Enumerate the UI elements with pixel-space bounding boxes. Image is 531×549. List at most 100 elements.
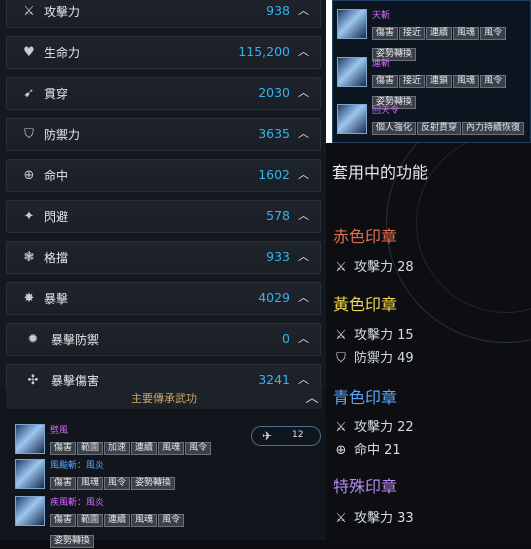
stat-row[interactable]: ⊕ 命中 1602 ︿	[6, 159, 321, 192]
chevron-up-icon[interactable]: ︿	[298, 289, 310, 304]
stat-value: 115,200	[238, 44, 290, 59]
seal-heading: 赤色印章	[333, 227, 398, 246]
skill-icon[interactable]	[337, 104, 367, 134]
shield-icon: ⛉	[336, 351, 346, 366]
stat-label: 生命力	[44, 46, 81, 60]
stat-label: 閃避	[44, 210, 69, 224]
skill-tag: 接近	[399, 75, 426, 88]
chevron-up-icon[interactable]: ︿	[298, 248, 310, 263]
skill-tag: 內力持續恢復	[462, 122, 525, 135]
skill-tag: 加速	[104, 442, 131, 455]
stat-row[interactable]: ⚔ 攻擊力 938 ︿	[6, 0, 321, 28]
skill-icon[interactable]	[15, 496, 45, 526]
skill-tag-list: 傷害 範圍 連續 風魂 風令姿勢轉換	[50, 507, 230, 549]
chevron-up-icon[interactable]: ︿	[298, 330, 310, 345]
stat-label: 暴擊傷害	[51, 374, 100, 388]
skill-tag: 連續	[131, 442, 158, 455]
stat-value: 933	[266, 249, 290, 264]
applied-effects-title: 套用中的功能	[332, 163, 429, 182]
stat-label: 貫穿	[44, 87, 69, 101]
skill-tag-list: 傷害 範圍 加速 連續 風魂 風令	[50, 435, 230, 456]
skill-tag-list: 傷害 接近 連續 風魂 風令姿勢轉換	[372, 20, 531, 62]
skill-icon[interactable]	[15, 424, 45, 454]
applied-effects-panel: 套用中的功能 赤色印章 ⚔ 攻擊力 28 黃色印章 ⚔ 攻擊力 15 ⛉ 防禦力 49 青色印章…	[326, 143, 531, 540]
stat-value: 4029	[258, 290, 290, 305]
skill-tag: 範圍	[77, 442, 104, 455]
skill-tag: 風令	[480, 75, 507, 88]
chevron-up-icon[interactable]: ︿	[298, 371, 310, 386]
stat-label: 攻擊力	[44, 5, 81, 19]
stat-value: 3241	[258, 372, 290, 387]
stat-value: 3635	[258, 126, 290, 141]
critical-icon: ✸	[23, 291, 35, 306]
critical-damage-icon: ✣	[27, 373, 39, 388]
stat-row[interactable]: ❃ 格擋 933 ︿	[6, 241, 321, 274]
skill-tag: 傷害	[372, 27, 399, 40]
skill-tag: 連續	[426, 27, 453, 40]
skill-tag: 傷害	[372, 75, 399, 88]
stat-row[interactable]: ✸ 暴擊 4029 ︿	[6, 282, 321, 315]
stat-row[interactable]: ⛉ 防禦力 3635 ︿	[6, 118, 321, 151]
skill-tag: 個人強化	[372, 122, 417, 135]
chevron-up-icon[interactable]: ︿	[298, 166, 310, 181]
seal-effect-text: 攻擊力 22	[354, 420, 414, 435]
seal-effect-item: ⛉ 防禦力 49	[334, 347, 414, 366]
chevron-up-icon[interactable]: ︿	[298, 84, 310, 99]
skill-point-value: 12	[292, 430, 304, 440]
skill-point-counter[interactable]: ✈ 12	[251, 426, 321, 446]
skill-tag: 範圍	[77, 514, 104, 527]
skill-tag: 風魂	[453, 27, 480, 40]
seal-effect-text: 攻擊力 28	[354, 260, 414, 275]
seal-effect-text: 攻擊力 15	[354, 328, 414, 343]
wind-skill-icon: ✈	[262, 429, 273, 443]
skill-icon[interactable]	[337, 57, 367, 87]
chevron-up-icon[interactable]: ︿	[302, 388, 322, 409]
stat-label: 命中	[44, 169, 69, 183]
crossed-swords-icon: ⚔	[335, 420, 347, 435]
chevron-up-icon[interactable]: ︿	[298, 207, 310, 222]
skill-tooltip-frame: 天斬 傷害 接近 連續 風魂 風令姿勢轉換 連斬 傷害 接近 連鎖 風魂 風令姿勢轉換 回天令 個人強化反…	[326, 0, 531, 156]
skill-tag: 風令	[104, 477, 131, 490]
stat-row[interactable]: ♥ 生命力 115,200 ︿	[6, 36, 321, 69]
skill-tag: 姿勢轉換	[50, 535, 95, 548]
skill-tag: 風令	[185, 442, 212, 455]
stat-value: 1602	[258, 167, 290, 182]
seal-heading: 特殊印章	[333, 477, 398, 496]
stat-value: 938	[266, 3, 290, 18]
skill-icon[interactable]	[15, 459, 45, 489]
pierce-icon: ➹	[23, 86, 35, 101]
stat-label: 暴擊防禦	[51, 333, 100, 347]
stat-panel: ⚔ 攻擊力 938 ︿ ♥ 生命力 115,200 ︿ ➹ 貫穿 2030 ︿ ⛉ 防禦力 3635 ︿ ⊕ 命中…	[0, 0, 326, 388]
skill-tag: 傷害	[50, 477, 77, 490]
shield-icon: ⛉	[24, 127, 34, 142]
stat-row[interactable]: ➹ 貫穿 2030 ︿	[6, 77, 321, 110]
legacy-skill-header[interactable]: 主要傳承武功 ︿	[6, 388, 322, 409]
seal-effect-text: 防禦力 49	[354, 351, 414, 366]
critical-defense-icon: ✹	[27, 332, 39, 347]
stat-row[interactable]: ✣ 暴擊傷害 3241 ︿	[6, 364, 321, 388]
legacy-skill-panel: 主要傳承武功 ︿ 劈風 傷害 範圍 加速 連續 風魂 風令 風颱斬：風炎 傷害 風魂 風令 姿勢轉換疾…	[0, 388, 326, 548]
seal-effect-item: ⚔ 攻擊力 28	[334, 256, 414, 275]
seal-effect-item: ⚔ 攻擊力 15	[334, 324, 414, 343]
crossed-swords-icon: ⚔	[335, 260, 347, 275]
chevron-up-icon[interactable]: ︿	[298, 43, 310, 58]
chevron-up-icon[interactable]: ︿	[298, 125, 310, 140]
stat-row[interactable]: ✹ 暴擊防禦 0 ︿	[6, 323, 321, 356]
skill-tag: 接近	[399, 27, 426, 40]
evade-icon: ✦	[23, 209, 35, 224]
seal-effect-item: ⚔ 攻擊力 33	[334, 507, 414, 526]
skill-tag: 連鎖	[426, 75, 453, 88]
crossed-swords-icon: ⚔	[335, 328, 347, 343]
skill-tag: 風魂	[453, 75, 480, 88]
stat-value: 0	[282, 331, 290, 346]
seal-heading: 黃色印章	[333, 295, 398, 314]
stat-label: 格擋	[44, 251, 69, 265]
skill-tag: 風令	[158, 514, 185, 527]
skill-tag: 風魂	[77, 477, 104, 490]
chevron-up-icon[interactable]: ︿	[298, 2, 310, 17]
skill-icon[interactable]	[337, 9, 367, 39]
stat-value: 2030	[258, 85, 290, 100]
stat-row[interactable]: ✦ 閃避 578 ︿	[6, 200, 321, 233]
heart-icon: ♥	[23, 45, 35, 60]
skill-tag: 姿勢轉換	[131, 477, 176, 490]
